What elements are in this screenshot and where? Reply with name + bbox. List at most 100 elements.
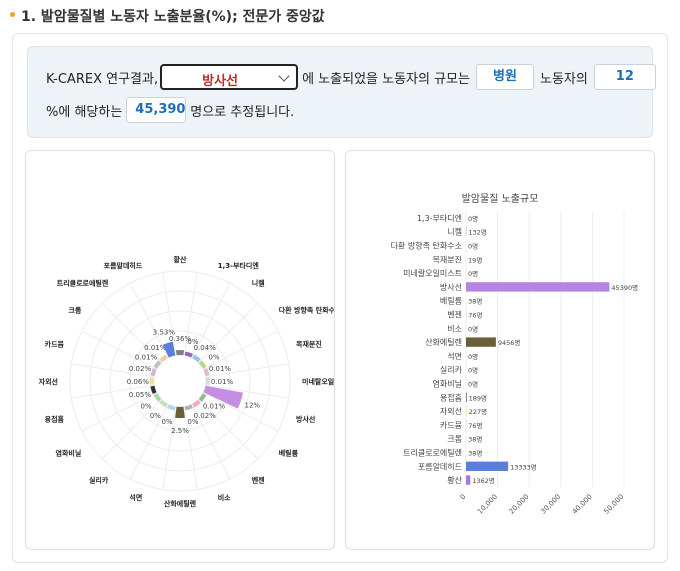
polar-category-label: 크롬 <box>68 305 81 314</box>
bar-category-label: 트리클로로에틸렌 <box>403 448 462 458</box>
bar-category-label: 염화비닐 <box>433 379 462 389</box>
bar-value-label: 0명 <box>468 242 478 251</box>
polar-value-label: 0.01% <box>203 403 226 411</box>
polar-value-label: 0% <box>161 418 172 426</box>
agent-select-value: 방사선 <box>202 74 239 89</box>
query-line-1: K-CAREX 연구결과, 방사선 에 노출되었을 노동자의 규모는 병원 노동… <box>46 64 662 90</box>
bar[interactable] <box>466 475 471 485</box>
query-sentence-box: K-CAREX 연구결과, 방사선 에 노출되었을 노동자의 규모는 병원 노동… <box>27 46 656 138</box>
bar-category-label: 니켈 <box>447 227 462 237</box>
query-prefix: K-CAREX 연구결과, <box>46 71 159 87</box>
polar-category-label: 산화에틸렌 <box>164 499 197 508</box>
polar-value-label: 0.01% <box>135 353 158 361</box>
polar-bar[interactable] <box>149 377 155 385</box>
percent-value-box: 12 <box>593 64 656 90</box>
polar-value-label: 12% <box>244 401 260 409</box>
bar-value-label: 189명 <box>469 393 487 402</box>
bar-category-label: 황산 <box>447 475 462 485</box>
polar-category-label: 포름알데히드 <box>104 261 143 270</box>
polar-value-label: 0% <box>150 412 161 420</box>
query-suffix: 명으로 추정됩니다. <box>190 104 295 120</box>
bullet-dot-icon <box>10 11 15 17</box>
industry-value-box: 병원 <box>475 64 534 90</box>
query-line2-prefix: %에 해당하는 <box>46 104 123 120</box>
polar-value-label: 0% <box>208 353 219 361</box>
bar-value-label: 227명 <box>469 407 487 416</box>
bar-value-label: 0명 <box>468 380 478 389</box>
x-tick-label: 10,000 <box>476 493 499 516</box>
bar[interactable] <box>466 392 467 402</box>
worker-count-box: 45,390 <box>126 97 187 123</box>
bar-value-label: 9456명 <box>498 338 521 347</box>
query-line-2: %에 해당하는 45,390 명으로 추정됩니다. <box>46 97 294 123</box>
bar-value-label: 132명 <box>468 228 486 237</box>
polar-value-label: 0.05% <box>129 391 152 399</box>
polar-category-label: 미네랄오일미스트 <box>302 377 334 386</box>
bar-category-label: 다환 방향족 탄화수소 <box>391 241 462 251</box>
polar-value-label: 0% <box>140 403 151 411</box>
polar-category-label: 용접흄 <box>45 415 65 424</box>
bar-category-label: 벤젠 <box>447 310 462 320</box>
agent-select[interactable]: 방사선 <box>160 64 299 90</box>
bar-value-label: 38명 <box>468 435 482 444</box>
query-mid-text: 에 노출되었을 노동자의 규모는 <box>302 71 470 87</box>
polar-value-label: 0.06% <box>127 378 150 386</box>
polar-category-label: 1,3-부타디엔 <box>218 261 260 270</box>
polar-bar[interactable] <box>205 377 211 385</box>
bar-category-label: 용접흄 <box>440 392 462 402</box>
bar-value-label: 45390명 <box>611 283 638 292</box>
content-card: K-CAREX 연구결과, 방사선 에 노출되었을 노동자의 규모는 병원 노동… <box>12 33 668 563</box>
bar-category-label: 카드뮴 <box>440 421 462 430</box>
bar-category-label: 방사선 <box>440 282 462 292</box>
polar-category-label: 카드뮴 <box>45 339 65 348</box>
x-tick-label: 0 <box>459 493 468 502</box>
bar-category-label: 베릴륨 <box>440 297 462 306</box>
polar-grid-ring <box>153 354 207 408</box>
polar-category-label: 석면 <box>129 493 142 502</box>
bar-value-label: 38명 <box>468 297 482 306</box>
polar-category-label: 실리카 <box>89 476 109 485</box>
bar-value-label: 19명 <box>468 255 482 264</box>
polar-value-label: 0% <box>187 418 198 426</box>
bar-grid <box>465 211 625 487</box>
bar-category-label: 석면 <box>447 351 462 361</box>
bar-category-label: 자외선 <box>440 406 462 416</box>
polar-category-label: 니켈 <box>252 278 265 287</box>
x-tick-label: 30,000 <box>539 493 562 516</box>
polar-category-label: 목재분진 <box>296 339 322 348</box>
polar-value-label: 0.04% <box>194 344 217 352</box>
bar-category-label: 미네랄오일미스트 <box>403 269 462 278</box>
polar-category-label: 비소 <box>218 493 231 502</box>
x-tick-label: 20,000 <box>508 493 531 516</box>
polar-category-label: 염화비닐 <box>56 449 82 458</box>
bar[interactable] <box>466 282 610 292</box>
bar-value-label: 0명 <box>468 214 478 223</box>
polar-value-label: 2.5% <box>171 427 189 435</box>
polar-bar[interactable] <box>175 349 185 356</box>
polar-value-label: 0.01% <box>211 378 234 386</box>
bar-value-label: 38명 <box>468 449 482 458</box>
polar-category-label: 트리클로로에틸렌 <box>57 278 109 287</box>
section-title: 1. 발암물질별 노동자 노출분율(%); 전문가 중앙값 <box>10 6 325 26</box>
polar-grid-spoke <box>198 302 259 363</box>
polar-grid-spoke <box>101 399 162 460</box>
bar-value-label: 0명 <box>468 324 478 333</box>
bar-value-label: 0명 <box>468 269 478 278</box>
bar-value-label: 76명 <box>468 421 482 430</box>
bar-value-label: 13333명 <box>510 462 537 471</box>
bar[interactable] <box>466 461 509 471</box>
x-tick-label: 50,000 <box>602 493 625 516</box>
bar-category-label: 산화에틸렌 <box>425 337 462 347</box>
polar-value-label: 3.53% <box>153 329 176 337</box>
bar-value-label: 0명 <box>468 366 478 375</box>
bar-chart-panel: 발암물질 노출규모 0 10,000 20,000 30,000 40,000 50,000… <box>345 150 655 550</box>
bar[interactable] <box>466 337 496 347</box>
bar-category-label: 포름알데히드 <box>418 461 462 471</box>
chevron-down-icon <box>278 70 290 82</box>
bar-chart-title: 발암물질 노출규모 <box>462 193 539 205</box>
bar[interactable] <box>466 406 467 416</box>
bar-category-label: 목재분진 <box>433 254 462 264</box>
polar-bar[interactable] <box>175 406 185 419</box>
polar-category-label: 다환 방향족 탄화수소 <box>279 305 334 314</box>
polar-value-label: 0.01% <box>209 365 232 373</box>
